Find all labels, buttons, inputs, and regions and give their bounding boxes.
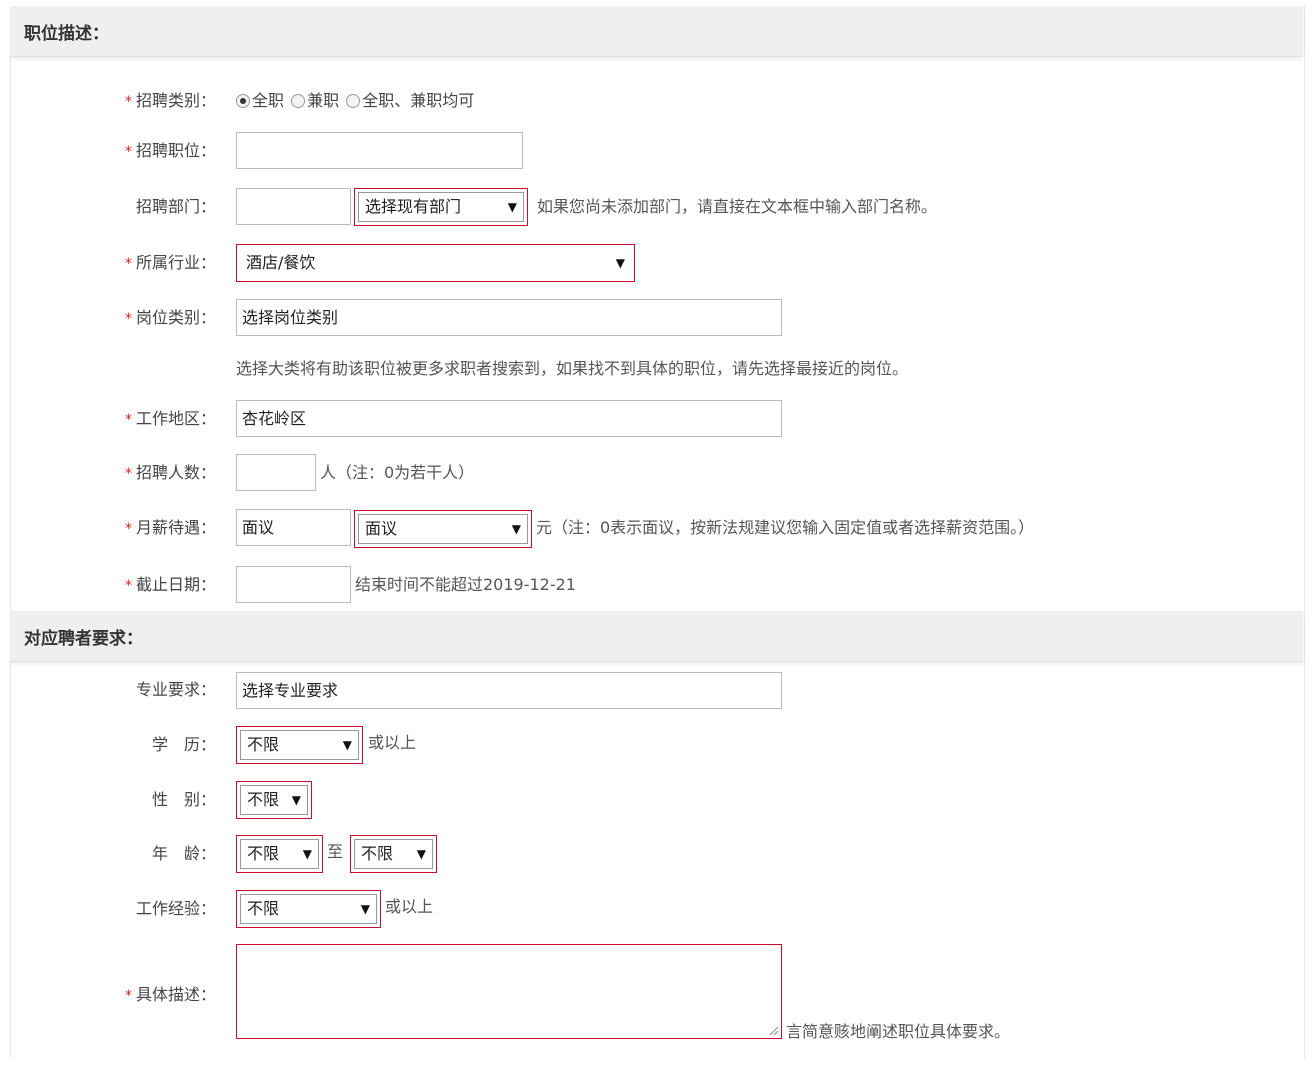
experience-select[interactable]: 不限 ▼ (236, 890, 381, 928)
department-input[interactable] (236, 188, 351, 225)
job-category-hint: 选择大类将有助该职位被更多求职者搜索到，如果找不到具体的职位，请先选择最接近的岗… (236, 359, 909, 378)
position-input[interactable] (236, 132, 523, 169)
triangle-down-icon: ▼ (511, 522, 521, 536)
deadline-input[interactable] (236, 566, 351, 603)
industry-select[interactable]: 酒店/餐饮 ▼ (236, 244, 635, 282)
description-label: * 具体描述： (124, 985, 216, 1004)
salary-select[interactable]: 面议 ▼ (354, 510, 532, 548)
required-mark: * (124, 94, 132, 110)
position-label: * 招聘职位： (124, 141, 216, 160)
job-category-input[interactable]: 选择岗位类别 (236, 299, 782, 336)
education-suffix: 或以上 (368, 733, 417, 752)
major-label: 专业要求： (135, 680, 216, 699)
radio-both[interactable] (346, 94, 361, 108)
department-hint: 如果您尚未添加部门，请直接在文本框中输入部门名称。 (537, 197, 938, 216)
radio-parttime-label[interactable]: 兼职 (307, 91, 339, 110)
age-between: 至 (327, 842, 344, 861)
triangle-down-icon: ▼ (302, 847, 312, 861)
resize-grip-icon[interactable] (769, 1026, 779, 1036)
age-label: 年 龄： (151, 844, 216, 863)
salary-label: * 月薪待遇： (124, 518, 216, 537)
triangle-down-icon: ▼ (416, 847, 426, 861)
section-title: 对应聘者要求： (24, 629, 143, 649)
experience-label: 工作经验： (135, 899, 216, 918)
deadline-label: * 截止日期： (124, 575, 216, 594)
description-hint: 言简意赅地阐述职位具体要求。 (786, 1022, 1011, 1041)
age-from-select[interactable]: 不限 ▼ (236, 835, 323, 873)
section-header-job-description: 职位描述： (10, 6, 1303, 57)
radio-both-label[interactable]: 全职、兼职均可 (362, 91, 474, 110)
triangle-down-icon: ▼ (360, 902, 370, 916)
salary-hint: 元（注：0表示面议，按新法规建议您输入固定值或者选择薪资范围。） (536, 518, 1035, 537)
headcount-label: * 招聘人数： (124, 463, 216, 482)
recruit-type-label: * 招聘类别： (124, 91, 216, 110)
recruit-type-radio-group: 全职 兼职 全职、兼职均可 (236, 91, 476, 111)
triangle-down-icon: ▼ (507, 200, 517, 214)
radio-fulltime[interactable] (236, 94, 250, 108)
gender-select[interactable]: 不限 ▼ (236, 781, 312, 819)
work-area-input[interactable]: 杏花岭区 (236, 400, 782, 437)
radio-parttime[interactable] (291, 94, 306, 108)
section-header-requirements: 对应聘者要求： (10, 611, 1303, 662)
major-input[interactable]: 选择专业要求 (236, 672, 782, 709)
salary-input[interactable]: 面议 (236, 509, 351, 546)
job-category-label: * 岗位类别： (124, 308, 216, 327)
department-select[interactable]: 选择现有部门 ▼ (354, 188, 528, 226)
headcount-hint: 人（注：0为若干人） (320, 463, 475, 482)
triangle-down-icon: ▼ (342, 738, 352, 752)
triangle-down-icon: ▼ (615, 256, 625, 270)
headcount-input[interactable] (236, 454, 316, 491)
education-label: 学 历： (151, 735, 216, 754)
experience-suffix: 或以上 (385, 897, 434, 916)
section-title: 职位描述： (24, 24, 109, 44)
radio-fulltime-label[interactable]: 全职 (252, 91, 284, 110)
education-select[interactable]: 不限 ▼ (236, 726, 363, 764)
deadline-hint: 结束时间不能超过2019-12-21 (355, 575, 576, 594)
department-label: 招聘部门： (135, 197, 216, 216)
triangle-down-icon: ▼ (291, 793, 301, 807)
age-to-select[interactable]: 不限 ▼ (350, 835, 437, 873)
gender-label: 性 别： (151, 790, 216, 809)
description-textarea[interactable] (236, 944, 782, 1039)
work-area-label: * 工作地区： (124, 409, 216, 428)
industry-label: * 所属行业： (124, 253, 216, 272)
